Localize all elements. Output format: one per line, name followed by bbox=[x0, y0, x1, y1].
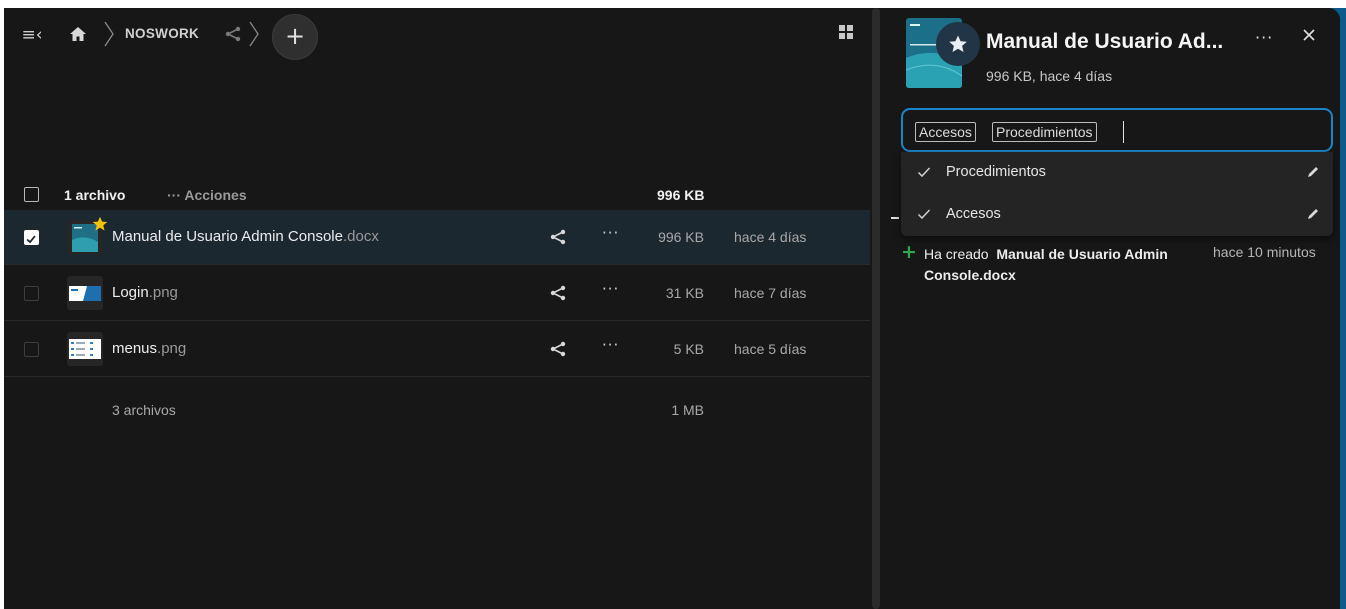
share-icon[interactable] bbox=[549, 228, 567, 246]
panel-resize-handle[interactable] bbox=[872, 8, 880, 609]
breadcrumb-separator-icon bbox=[104, 21, 114, 47]
navigation-toggle-icon[interactable]: ≡‹ bbox=[21, 24, 43, 46]
more-actions-icon[interactable]: ··· bbox=[602, 280, 619, 298]
more-actions-icon[interactable]: ··· bbox=[602, 224, 619, 242]
more-actions-icon[interactable]: ··· bbox=[602, 336, 619, 354]
select-all-checkbox[interactable] bbox=[24, 187, 39, 202]
window-top-edge bbox=[0, 0, 1346, 8]
favorite-button[interactable] bbox=[936, 22, 980, 66]
tag-chip[interactable]: Accesos bbox=[915, 122, 976, 142]
file-size: 31 KB bbox=[665, 285, 704, 301]
file-count: 3 archivos bbox=[112, 402, 176, 418]
total-size: 1 MB bbox=[671, 402, 704, 418]
activity-time: hace 10 minutos bbox=[1213, 244, 1316, 260]
file-list-summary: 3 archivos 1 MB bbox=[4, 386, 870, 428]
sidebar-subtitle: 996 KB, hace 4 días bbox=[986, 68, 1113, 84]
file-thumbnail bbox=[67, 276, 103, 310]
check-icon bbox=[917, 167, 931, 178]
table-row[interactable]: Login.png ··· 31 KB hace 7 días bbox=[4, 266, 870, 321]
breadcrumb-bar: ≡‹ NOSWORK + bbox=[4, 8, 870, 60]
file-date: hace 5 días bbox=[734, 341, 807, 357]
file-name[interactable]: Login.png bbox=[112, 284, 178, 301]
breadcrumb-folder[interactable]: NOSWORK bbox=[125, 26, 199, 41]
tag-option[interactable]: Accesos bbox=[901, 194, 1333, 236]
file-name[interactable]: Manual de Usuario Admin Console.docx bbox=[112, 228, 379, 245]
table-row[interactable]: menus.png ··· 5 KB hace 5 días bbox=[4, 322, 870, 377]
tags-input[interactable]: Accesos Procedimientos bbox=[901, 108, 1333, 152]
file-thumbnail bbox=[67, 332, 103, 366]
file-list-header: 1 archivo ··· Acciones 996 KB bbox=[4, 168, 870, 210]
selection-size: 996 KB bbox=[657, 187, 705, 203]
activity-entry: + Ha creado Manual de Usuario Admin Cons… bbox=[901, 241, 1333, 290]
close-icon[interactable] bbox=[1302, 28, 1316, 42]
breadcrumb-separator-icon bbox=[249, 21, 259, 47]
files-app: ≡‹ NOSWORK + 1 archivo ··· Acciones 996 … bbox=[4, 8, 1340, 609]
tag-option[interactable]: Procedimientos bbox=[901, 152, 1333, 194]
details-sidebar: Manual de Usuario Ad... 996 KB, hace 4 d… bbox=[884, 8, 1340, 609]
file-date: hace 7 días bbox=[734, 285, 807, 301]
selection-count: 1 archivo bbox=[64, 187, 126, 203]
row-checkbox[interactable] bbox=[24, 230, 39, 245]
star-icon bbox=[949, 35, 967, 52]
sidebar-more-icon[interactable]: ··· bbox=[1255, 28, 1273, 47]
check-icon bbox=[26, 235, 36, 244]
pencil-icon[interactable] bbox=[1306, 207, 1320, 221]
tag-option-label: Accesos bbox=[946, 206, 1001, 222]
tab-indicator bbox=[891, 217, 899, 219]
actions-menu[interactable]: ··· Acciones bbox=[167, 187, 247, 203]
share-icon[interactable] bbox=[549, 340, 567, 358]
text-cursor bbox=[1123, 121, 1124, 143]
check-icon bbox=[917, 209, 931, 220]
sidebar-title: Manual de Usuario Ad... bbox=[986, 30, 1224, 53]
file-date: hace 4 días bbox=[734, 229, 807, 245]
row-checkbox[interactable] bbox=[24, 342, 39, 357]
add-icon: + bbox=[901, 241, 917, 263]
tags-dropdown: Procedimientos Accesos bbox=[901, 152, 1333, 236]
row-checkbox[interactable] bbox=[24, 286, 39, 301]
tag-chip[interactable]: Procedimientos bbox=[992, 122, 1097, 142]
share-icon[interactable] bbox=[224, 25, 242, 43]
file-list-panel: ≡‹ NOSWORK + 1 archivo ··· Acciones 996 … bbox=[4, 8, 870, 609]
home-icon[interactable] bbox=[68, 24, 88, 44]
favorite-star-icon bbox=[92, 216, 108, 231]
file-size: 996 KB bbox=[658, 229, 704, 245]
table-row[interactable]: Manual de Usuario Admin Console.docx ···… bbox=[4, 210, 870, 265]
grid-view-icon[interactable] bbox=[837, 23, 855, 41]
file-name[interactable]: menus.png bbox=[112, 340, 186, 357]
file-size: 5 KB bbox=[673, 341, 704, 357]
new-button[interactable]: + bbox=[272, 14, 318, 60]
share-icon[interactable] bbox=[549, 284, 567, 302]
tag-option-label: Procedimientos bbox=[946, 164, 1046, 180]
activity-text: Ha creado Manual de Usuario Admin Consol… bbox=[924, 246, 1168, 283]
pencil-icon[interactable] bbox=[1306, 165, 1320, 179]
